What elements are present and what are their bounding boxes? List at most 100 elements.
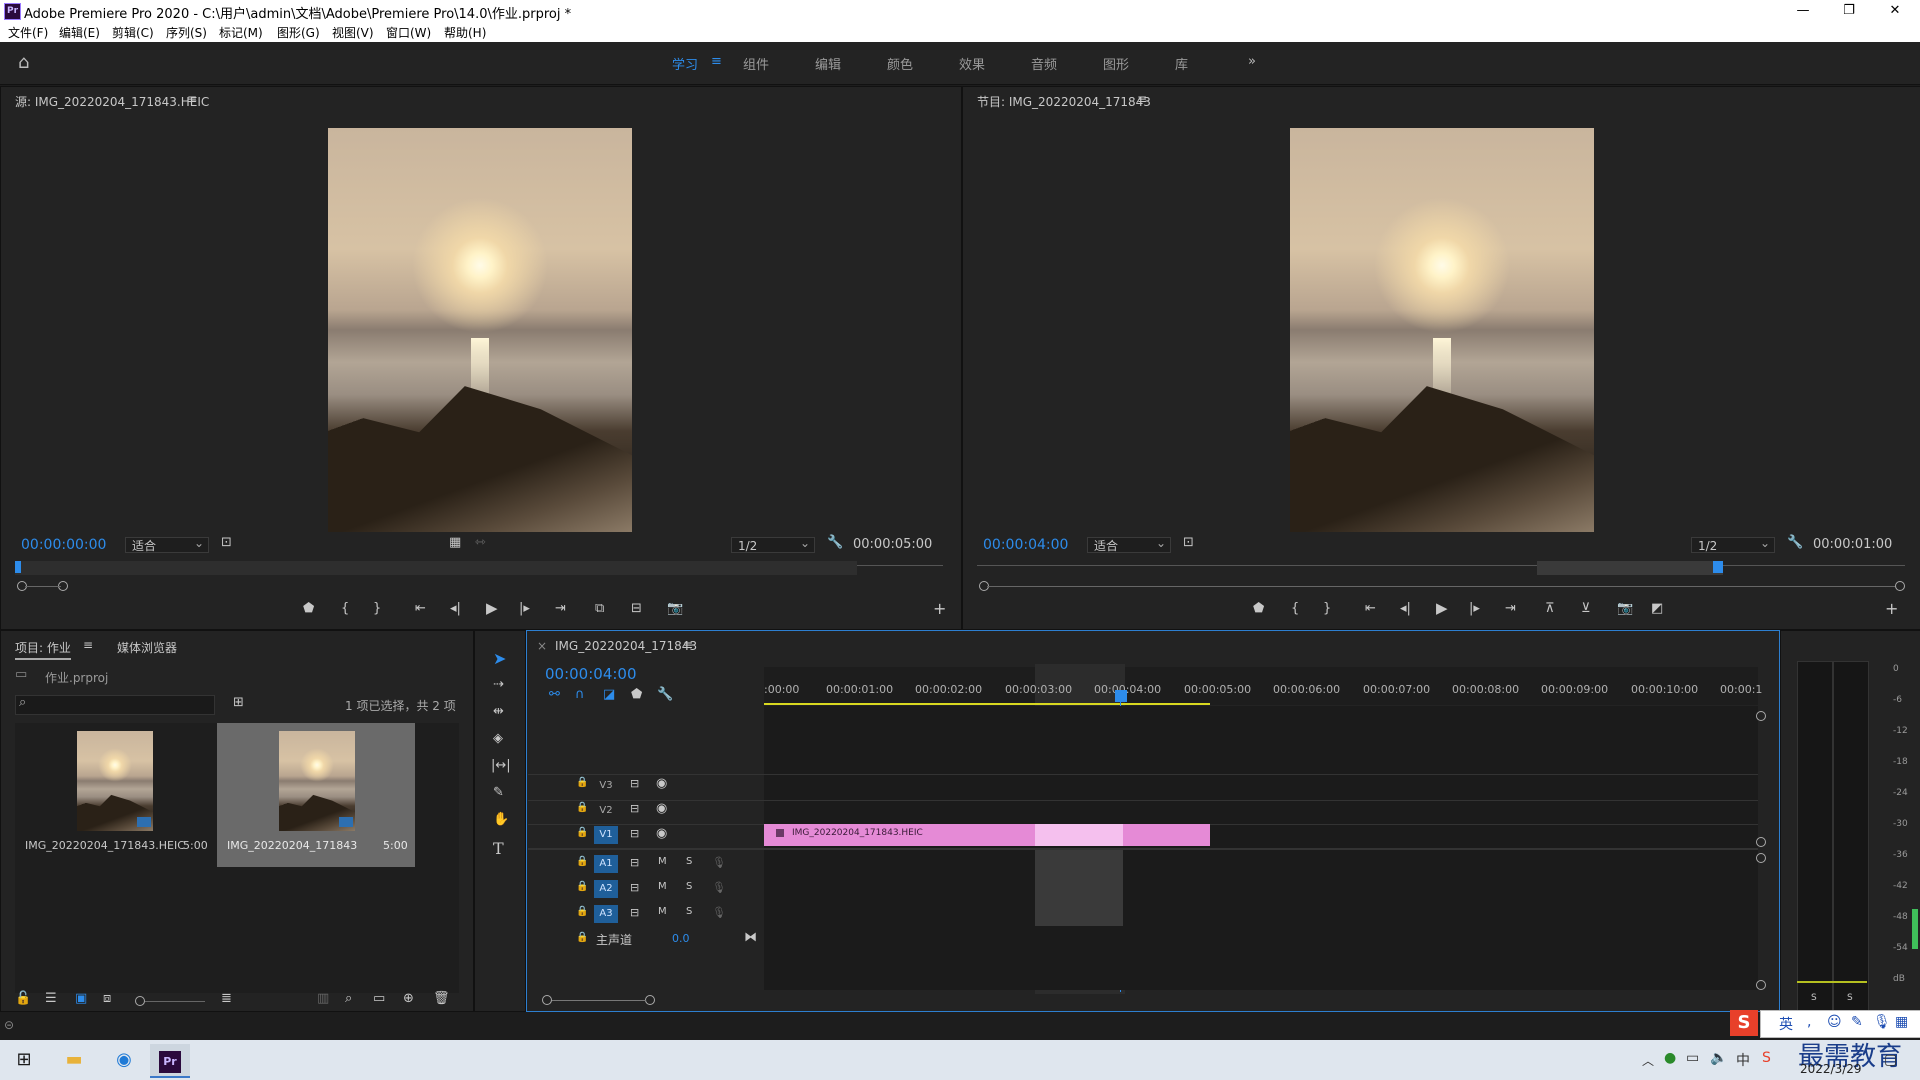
selection-tool-icon[interactable]: ➤ xyxy=(493,649,506,668)
lock-track-icon[interactable]: 🔒 xyxy=(576,827,588,838)
list-view-icon[interactable]: ☰ xyxy=(45,991,57,1006)
menu-clip[interactable]: 剪辑(C) xyxy=(112,24,154,41)
program-mark-in-icon[interactable]: { xyxy=(1291,601,1299,616)
ime-punctuation-icon[interactable]: , xyxy=(1807,1014,1811,1030)
source-timecode[interactable]: 00:00:00:00 xyxy=(21,537,106,553)
notifications-icon[interactable]: ▢ xyxy=(1884,1052,1897,1068)
sort-icon[interactable]: ≣ xyxy=(221,991,232,1006)
workspace-audio[interactable]: 音频 xyxy=(1031,54,1057,73)
eye-icon[interactable]: ◉ xyxy=(656,826,667,841)
program-playhead[interactable] xyxy=(1713,561,1723,573)
timeline-tab[interactable]: IMG_20220204_171843 xyxy=(555,639,697,653)
premiere-taskbar-icon[interactable]: Pr xyxy=(150,1044,190,1078)
workspace-editing[interactable]: 编辑 xyxy=(815,54,841,73)
go-to-out-icon[interactable]: ⇥ xyxy=(555,601,566,616)
delete-icon[interactable]: 🗑 xyxy=(433,991,450,1006)
meter-solo-left[interactable]: S xyxy=(1811,993,1817,1003)
program-wrench-icon[interactable]: 🔧 xyxy=(1787,535,1803,550)
workspace-menu-icon[interactable]: ≡ xyxy=(711,54,722,69)
eye-icon[interactable]: ◉ xyxy=(656,776,667,791)
source-resolution-dropdown[interactable]: 1/2 xyxy=(731,535,815,553)
source-drag-audio-icon[interactable]: ⇿ xyxy=(475,535,486,550)
workspace-learn[interactable]: 学习 xyxy=(672,54,698,73)
media-browser-tab[interactable]: 媒体浏览器 xyxy=(117,639,177,656)
ime-skin-icon[interactable]: ✎ xyxy=(1851,1014,1863,1030)
mute-button[interactable]: M xyxy=(658,856,667,867)
edge-browser-icon[interactable]: ◉ xyxy=(104,1044,144,1076)
program-step-forward-icon[interactable]: |▸ xyxy=(1469,601,1480,616)
sync-lock-icon[interactable]: ⊟ xyxy=(630,802,639,815)
menu-graphics[interactable]: 图形(G) xyxy=(277,24,320,41)
lock-track-icon[interactable]: 🔒 xyxy=(576,881,588,892)
work-area-bar[interactable] xyxy=(764,703,1210,705)
extract-icon[interactable]: ⊻ xyxy=(1581,601,1591,616)
lock-track-icon[interactable]: 🔒 xyxy=(576,777,588,788)
menu-edit[interactable]: 编辑(E) xyxy=(59,24,100,41)
home-icon[interactable]: ⌂ xyxy=(18,52,29,73)
program-title[interactable]: 节目: IMG_20220204_171843 xyxy=(977,93,1151,110)
source-settings-icon[interactable]: ⊡ xyxy=(221,535,232,550)
project-item-heic[interactable]: IMG_20220204_171843.HEIC 5:00 xyxy=(15,723,215,867)
voiceover-mic-icon[interactable]: 🎙 xyxy=(712,856,726,869)
timeline-playhead-handle[interactable] xyxy=(1115,690,1127,702)
mark-in-icon[interactable]: { xyxy=(341,601,349,616)
nest-icon[interactable]: ⚯ xyxy=(549,687,560,702)
workspace-libraries[interactable]: 库 xyxy=(1175,54,1188,73)
track-label-v1[interactable]: V1 xyxy=(594,826,618,844)
solo-button[interactable]: S xyxy=(686,881,692,892)
ime-language[interactable]: 英 xyxy=(1779,1014,1793,1034)
tray-security-icon[interactable]: ● xyxy=(1664,1050,1676,1066)
solo-button[interactable]: S xyxy=(686,856,692,867)
workspace-graphics[interactable]: 图形 xyxy=(1103,54,1129,73)
sync-lock-icon[interactable]: ⊟ xyxy=(630,856,639,869)
menu-help[interactable]: 帮助(H) xyxy=(444,24,486,41)
zoom-slider-handle[interactable] xyxy=(135,996,145,1006)
play-icon[interactable]: ▶ xyxy=(486,599,498,617)
timeline-close-icon[interactable]: × xyxy=(537,639,547,653)
new-search-bin-icon[interactable]: ⊞ xyxy=(233,695,244,710)
program-zoom-bar[interactable] xyxy=(987,586,1895,587)
sync-lock-icon[interactable]: ⊟ xyxy=(630,881,639,894)
source-fit-dropdown[interactable]: 适合 xyxy=(125,535,209,553)
program-go-to-out-icon[interactable]: ⇥ xyxy=(1505,601,1516,616)
program-settings-icon[interactable]: ⊡ xyxy=(1183,535,1194,550)
mute-button[interactable]: M xyxy=(658,906,667,917)
workspace-effects[interactable]: 效果 xyxy=(959,54,985,73)
source-playhead[interactable] xyxy=(15,561,21,573)
voiceover-mic-icon[interactable]: 🎙 xyxy=(712,906,726,919)
program-mark-out-icon[interactable]: } xyxy=(1323,601,1331,616)
program-timecode[interactable]: 00:00:04:00 xyxy=(983,537,1068,553)
ime-mode-icon[interactable]: 中 xyxy=(1736,1050,1750,1070)
track-label-a1[interactable]: A1 xyxy=(594,855,618,873)
program-step-back-icon[interactable]: ◂| xyxy=(1400,601,1411,616)
timeline-marker-icon[interactable]: ⬟ xyxy=(631,687,642,702)
program-zoom-end-handle[interactable] xyxy=(1895,581,1905,591)
project-item-sequence[interactable]: IMG_20220204_171843 5:00 xyxy=(217,723,415,867)
go-to-in-icon[interactable]: ⇤ xyxy=(415,601,426,616)
eye-icon[interactable]: ◉ xyxy=(656,801,667,816)
ime-voice-icon[interactable]: 🎙 xyxy=(1873,1014,1891,1030)
lock-icon[interactable]: 🔓 xyxy=(15,991,31,1006)
find-icon[interactable]: ⌕ xyxy=(345,991,352,1006)
zoom-slider-track[interactable] xyxy=(145,1001,205,1002)
hand-tool-icon[interactable]: ✋ xyxy=(493,812,509,827)
project-tab[interactable]: 项目: 作业 xyxy=(15,639,71,660)
source-scrub-bar[interactable] xyxy=(15,561,857,575)
snap-magnet-icon[interactable]: ∩ xyxy=(575,687,585,702)
tray-sogou-icon[interactable]: S xyxy=(1762,1050,1771,1066)
program-add-marker-icon[interactable]: ⬟ xyxy=(1253,601,1264,616)
program-panel-menu-icon[interactable]: ≡ xyxy=(1137,92,1147,106)
export-frame-camera-icon[interactable]: 📷 xyxy=(667,601,683,616)
ime-emoji-icon[interactable]: ☺ xyxy=(1827,1014,1842,1030)
slip-tool-icon[interactable]: |↔| xyxy=(491,758,511,773)
lift-icon[interactable]: ⊼ xyxy=(1545,601,1555,616)
ime-toolbox-icon[interactable]: ▦ xyxy=(1895,1014,1908,1030)
program-fit-dropdown[interactable]: 适合 xyxy=(1087,535,1171,553)
source-zoom-bar[interactable] xyxy=(25,586,61,587)
add-marker-icon[interactable]: ⬟ xyxy=(303,601,314,616)
program-export-frame-icon[interactable]: 📷 xyxy=(1617,601,1633,616)
vertical-zoom-handle-top[interactable] xyxy=(1756,711,1766,721)
icon-view-icon[interactable]: ▣ xyxy=(75,991,87,1006)
track-label-a2[interactable]: A2 xyxy=(594,880,618,898)
clock-date[interactable]: 2022/3/29 xyxy=(1800,1062,1862,1076)
